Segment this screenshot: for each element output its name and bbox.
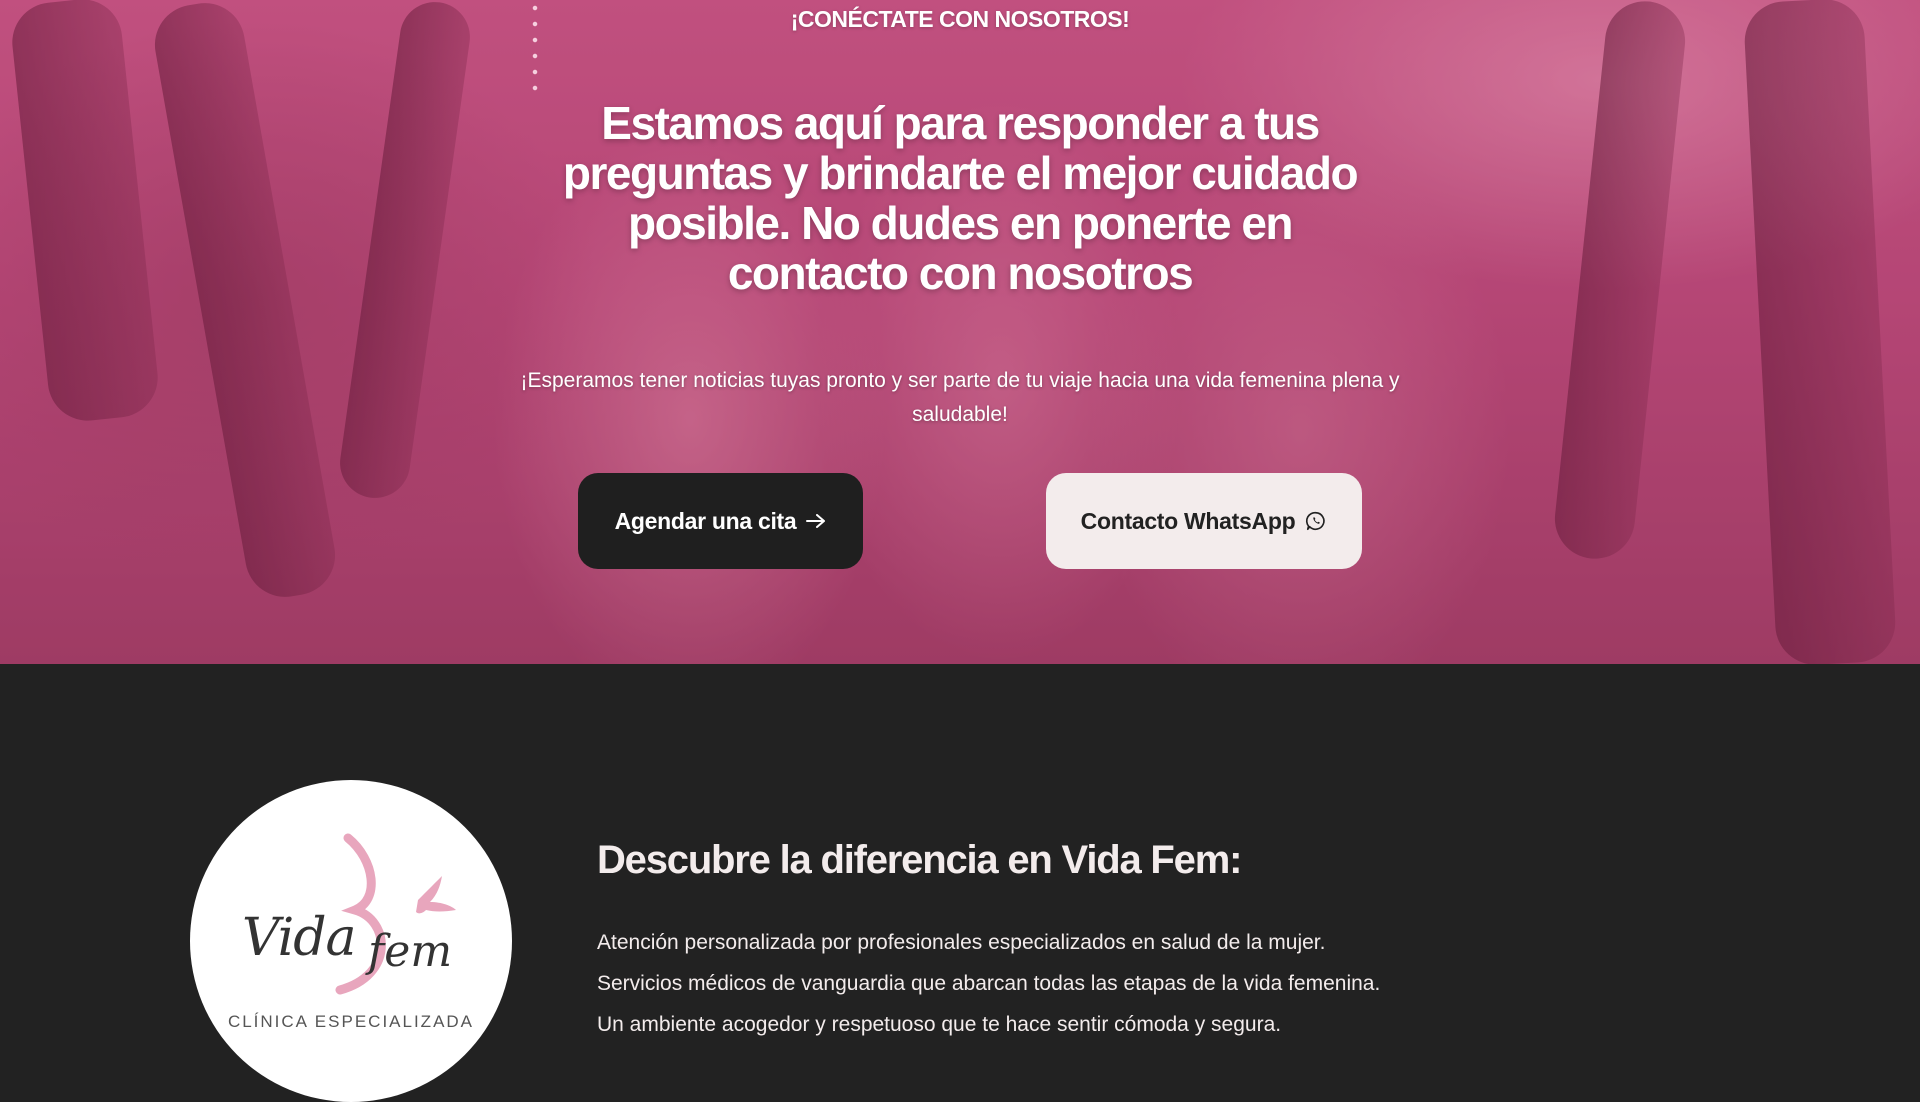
hero-eyebrow: ¡CONÉCTATE CON NOSOTROS! xyxy=(790,6,1130,32)
contact-hero: ¡CONÉCTATE CON NOSOTROS! Estamos aquí pa… xyxy=(0,0,1920,664)
whatsapp-contact-label: Contacto WhatsApp xyxy=(1080,507,1296,534)
list-item: Servicios médicos de vanguardia que abar… xyxy=(597,972,1381,995)
schedule-appointment-label: Agendar una cita xyxy=(614,507,797,534)
hero-headline: Estamos aquí para responder a tus pregun… xyxy=(562,97,1359,299)
whatsapp-icon xyxy=(1306,511,1325,531)
logo-graphic xyxy=(335,833,456,995)
logo-script-fem: fem xyxy=(368,926,453,977)
feature-list: Atención personalizada por profesionales… xyxy=(597,922,1380,1045)
schedule-appointment-button[interactable]: Agendar una cita xyxy=(578,473,863,569)
logo-tagline: CLÍNICA ESPECIALIZADA xyxy=(227,1012,475,1031)
whatsapp-contact-button[interactable]: Contacto WhatsApp xyxy=(1046,473,1362,569)
arrow-right-icon xyxy=(806,514,826,528)
list-item: Un ambiente acogedor y respetuoso que te… xyxy=(597,1013,1282,1036)
logo-script-vida: Vida xyxy=(242,908,357,968)
hero-subtext: ¡Esperamos tener noticias tuyas pronto y… xyxy=(520,369,1400,426)
list-item: Atención personalizada por profesionales… xyxy=(597,931,1326,954)
section-title: Descubre la diferencia en Vida Fem: xyxy=(597,838,1242,882)
vida-fem-logo: Vida fem CLÍNICA ESPECIALIZADA xyxy=(190,780,512,1102)
bird-icon xyxy=(416,876,456,914)
